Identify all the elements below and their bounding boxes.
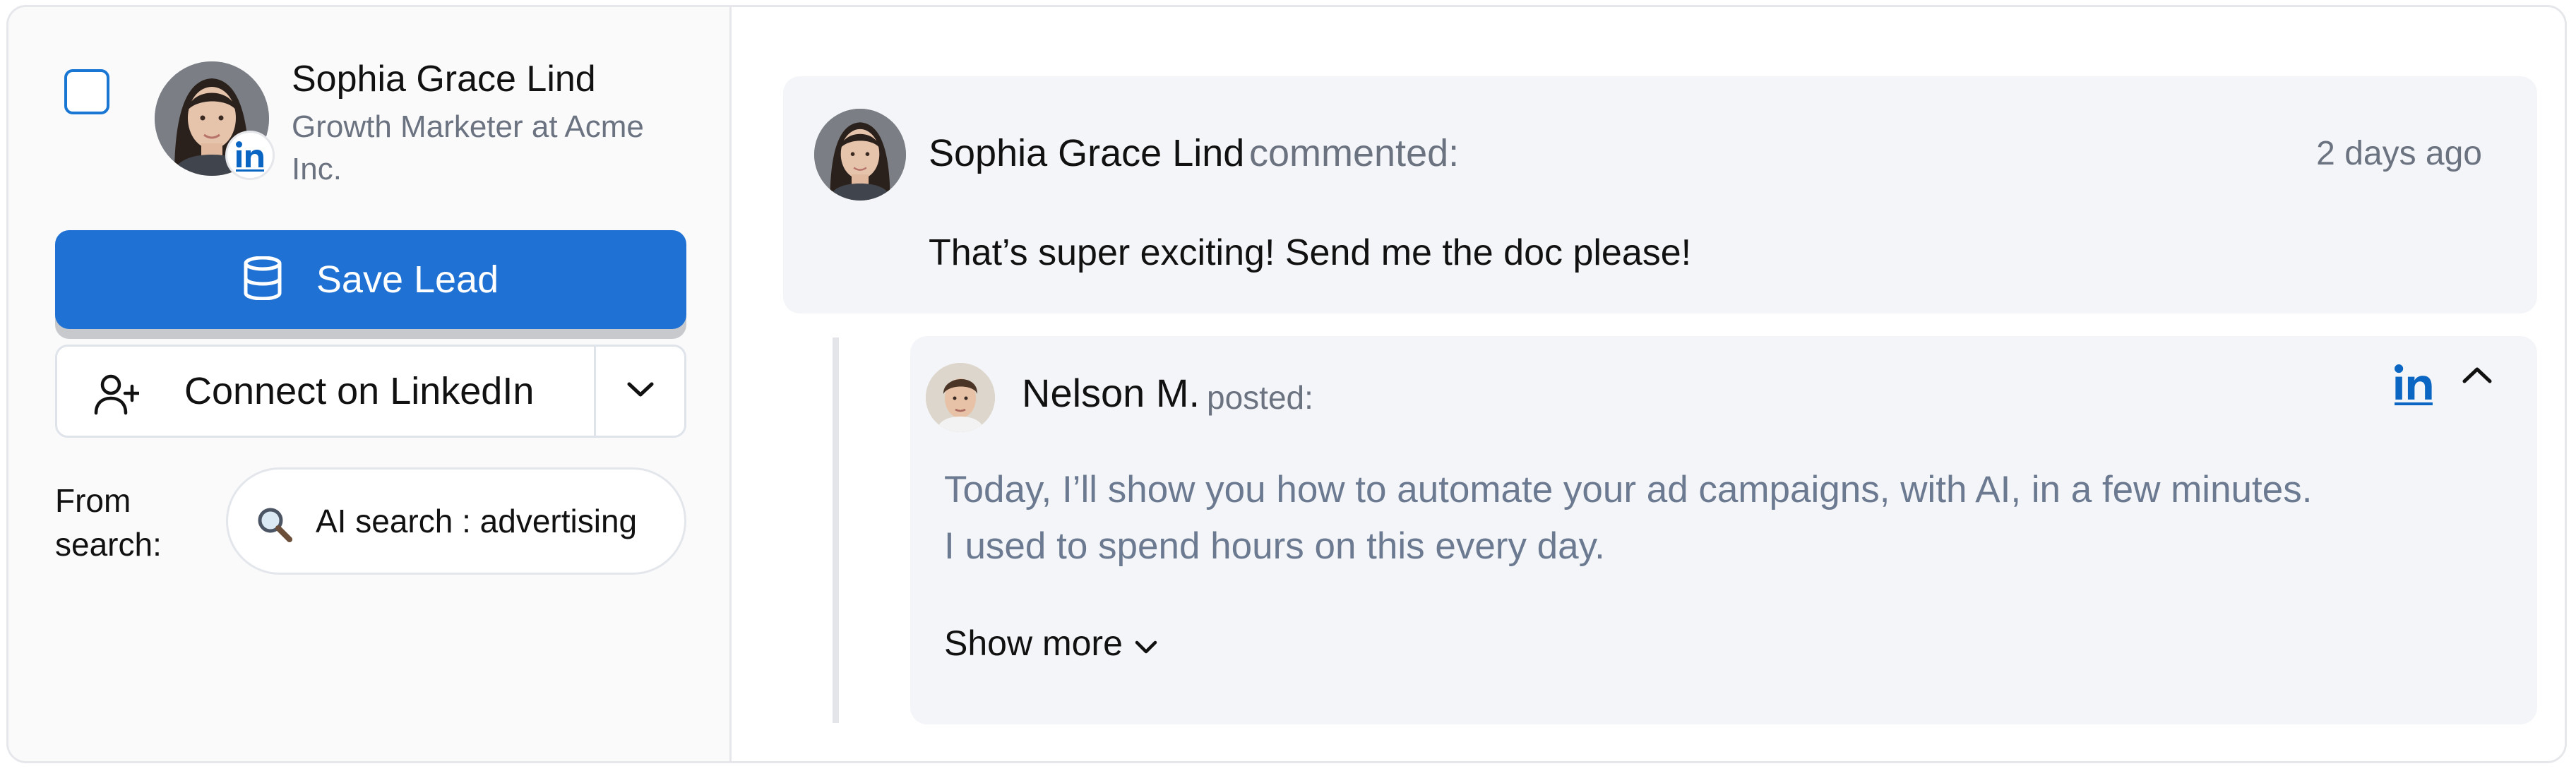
lead-card: Sophia Grace Lind Growth Marketer at Acm… xyxy=(6,5,2567,763)
save-lead-button[interactable]: Save Lead xyxy=(55,230,686,329)
post-text: Today, I’ll show you how to automate you… xyxy=(944,462,2312,575)
user-plus-icon xyxy=(94,372,141,419)
linkedin-badge-icon xyxy=(225,131,275,180)
select-lead-checkbox[interactable] xyxy=(64,69,109,114)
connect-linkedin-label: Connect on LinkedIn xyxy=(184,370,535,412)
comment-time: 2 days ago xyxy=(2316,135,2482,172)
comment-author[interactable]: Sophia Grace Lind xyxy=(929,131,1244,175)
avatar[interactable] xyxy=(814,109,906,201)
lead-title: Growth Marketer at Acme Inc. xyxy=(292,109,644,186)
lead-avatar-wrap[interactable] xyxy=(155,61,275,180)
post-verb: posted: xyxy=(1207,379,1313,416)
comment-text: That’s super exciting! Send me the doc p… xyxy=(929,232,1692,273)
source-search-text: AI search : advertising xyxy=(316,503,638,539)
source-label: From search: xyxy=(55,482,162,563)
show-more-button[interactable]: Show more xyxy=(944,623,1158,664)
chevron-up-icon[interactable] xyxy=(2461,364,2493,389)
chevron-down-icon xyxy=(1134,623,1158,664)
post-text-line: I used to spend hours on this every day. xyxy=(944,525,1605,567)
post-card: Nelson M. posted: Today, I’ll show you h… xyxy=(910,336,2537,724)
source-search-chip[interactable]: AI search : advertising xyxy=(226,467,686,575)
show-more-label: Show more xyxy=(944,623,1123,663)
avatar[interactable] xyxy=(926,363,995,432)
comment-card: Sophia Grace Lind commented: 2 days ago … xyxy=(783,76,2537,313)
connect-split-button: Connect on LinkedIn xyxy=(55,345,686,438)
chevron-down-icon xyxy=(626,381,655,402)
lead-panel: Sophia Grace Lind Growth Marketer at Acm… xyxy=(8,7,732,761)
thread-line xyxy=(833,337,839,723)
connect-options-button[interactable] xyxy=(596,347,684,436)
post-author[interactable]: Nelson M. xyxy=(1022,370,1200,416)
linkedin-icon[interactable] xyxy=(2392,361,2435,409)
magnifier-icon xyxy=(256,506,293,546)
activity-panel: Sophia Grace Lind commented: 2 days ago … xyxy=(734,7,2565,761)
database-icon xyxy=(243,256,282,304)
post-text-line: Today, I’ll show you how to automate you… xyxy=(944,469,2313,510)
lead-name[interactable]: Sophia Grace Lind xyxy=(292,58,596,100)
connect-linkedin-button[interactable]: Connect on LinkedIn xyxy=(57,347,594,436)
comment-verb: commented: xyxy=(1249,132,1460,174)
save-lead-label: Save Lead xyxy=(316,258,499,301)
